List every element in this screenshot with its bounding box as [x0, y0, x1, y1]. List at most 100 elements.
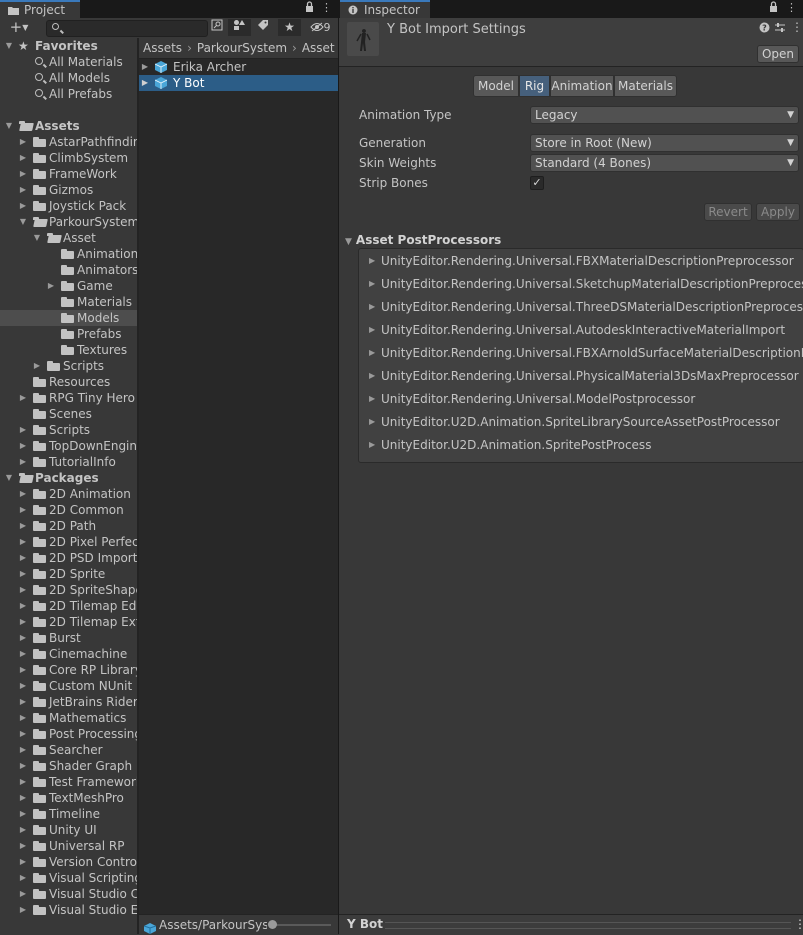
inspector-lock-icon[interactable] — [769, 1, 778, 15]
expand-arrow-right-icon[interactable]: ▶ — [32, 358, 42, 374]
tree-item[interactable]: ▶ Test Framework — [0, 774, 137, 790]
expand-arrow-right-icon[interactable]: ▶ — [18, 806, 28, 822]
expand-arrow-right-icon[interactable]: ▶ — [18, 822, 28, 838]
tree-item[interactable]: ▶ 2D Animation — [0, 486, 137, 502]
asset-item[interactable]: ▶ Erika Archer — [139, 59, 338, 75]
expand-arrow-right-icon[interactable]: ▶ — [140, 75, 150, 91]
animation-type-dropdown[interactable]: Legacy ▼ — [530, 106, 799, 124]
tree-item[interactable]: ▶ 2D Pixel Perfect — [0, 534, 137, 550]
tree-item[interactable]: ▶ RPG Tiny Hero D — [0, 390, 137, 406]
tree-item[interactable]: ▼ Packages — [0, 470, 137, 486]
tree-item[interactable]: ▶ ClimbSystem — [0, 150, 137, 166]
expand-arrow-down-icon[interactable]: ▼ — [4, 118, 14, 134]
postprocessor-item[interactable]: ▶ UnityEditor.U2D.Animation.SpriteLibrary… — [359, 413, 803, 431]
tree-item[interactable]: ▶ Timeline — [0, 806, 137, 822]
expand-arrow-right-icon[interactable]: ▶ — [18, 678, 28, 694]
postprocessor-item[interactable]: ▶ UnityEditor.Rendering.Universal.FBXArno… — [359, 344, 803, 362]
expand-arrow-right-icon[interactable]: ▶ — [18, 630, 28, 646]
tree-item[interactable]: ▶ 2D Tilemap Extras — [0, 614, 137, 630]
filter-by-type-icon[interactable] — [228, 19, 251, 36]
expand-arrow-right-icon[interactable]: ▶ — [46, 278, 56, 294]
expand-arrow-right-icon[interactable]: ▶ — [369, 275, 375, 293]
tree-item[interactable]: ▶ 2D PSD Importer — [0, 550, 137, 566]
tree-item[interactable]: Animations — [0, 246, 137, 262]
tree-item[interactable]: ▶ TopDownEngine — [0, 438, 137, 454]
expand-arrow-right-icon[interactable]: ▶ — [18, 454, 28, 470]
open-button[interactable]: Open — [757, 45, 799, 63]
expand-arrow-right-icon[interactable]: ▶ — [140, 59, 150, 75]
search-input[interactable] — [46, 20, 208, 37]
tab-materials[interactable]: Materials — [614, 75, 677, 97]
expand-arrow-right-icon[interactable]: ▶ — [18, 518, 28, 534]
tree-item[interactable]: ▼ Asset — [0, 230, 137, 246]
expand-arrow-right-icon[interactable]: ▶ — [18, 134, 28, 150]
tree-item[interactable]: ▶ Joystick Pack — [0, 198, 137, 214]
footer-menu-icon[interactable]: ⋮ — [794, 915, 803, 934]
tree-item[interactable]: ▶ Scripts — [0, 422, 137, 438]
expand-arrow-down-icon[interactable]: ▼ — [4, 38, 14, 54]
tab-rig[interactable]: Rig — [519, 75, 550, 97]
add-button[interactable]: +▼ — [4, 19, 34, 36]
filter-by-label-icon[interactable] — [251, 19, 274, 36]
expand-arrow-right-icon[interactable]: ▶ — [18, 534, 28, 550]
skin-weights-dropdown[interactable]: Standard (4 Bones) ▼ — [530, 154, 799, 172]
tree-item[interactable]: ▶ Mathematics — [0, 710, 137, 726]
postprocessor-item[interactable]: ▶ UnityEditor.U2D.Animation.SpritePostPro… — [359, 436, 803, 454]
expand-arrow-right-icon[interactable]: ▶ — [18, 758, 28, 774]
favorite-star-icon[interactable]: ★ — [278, 19, 301, 36]
expand-arrow-right-icon[interactable]: ▶ — [369, 321, 375, 339]
tree-item[interactable]: ▶ Custom NUnit — [0, 678, 137, 694]
tree-item[interactable]: Scenes — [0, 406, 137, 422]
asset-item[interactable]: ▶ Y Bot — [139, 75, 338, 91]
postprocessor-item[interactable]: ▶ UnityEditor.Rendering.Universal.ModelPo… — [359, 390, 803, 408]
kebab-menu-icon[interactable]: ⋮ — [321, 1, 332, 14]
postprocessor-item[interactable]: ▶ UnityEditor.Rendering.Universal.Autodes… — [359, 321, 803, 339]
tree-item[interactable]: ▶ Universal RP — [0, 838, 137, 854]
expand-arrow-right-icon[interactable]: ▶ — [18, 166, 28, 182]
resize-grip[interactable] — [385, 922, 791, 929]
expand-arrow-down-icon[interactable]: ▼ — [32, 230, 42, 246]
expand-arrow-right-icon[interactable]: ▶ — [18, 710, 28, 726]
tree-item[interactable]: ▶ Visual Studio Code — [0, 886, 137, 902]
expand-arrow-right-icon[interactable]: ▶ — [18, 390, 28, 406]
icon-size-slider[interactable] — [269, 924, 331, 926]
expand-arrow-right-icon[interactable]: ▶ — [18, 182, 28, 198]
expand-arrow-right-icon[interactable]: ▶ — [18, 566, 28, 582]
tree-item[interactable]: ▼ ★ Favorites — [0, 38, 137, 54]
expand-arrow-right-icon[interactable]: ▶ — [18, 854, 28, 870]
tab-model[interactable]: Model — [473, 75, 519, 97]
expand-arrow-right-icon[interactable]: ▶ — [369, 390, 375, 408]
tree-item[interactable]: All Models — [0, 70, 137, 86]
tree-item[interactable]: ▶ Cinemachine — [0, 646, 137, 662]
expand-arrow-right-icon[interactable]: ▶ — [18, 646, 28, 662]
search-by-type-icon[interactable] — [205, 19, 228, 36]
postprocessors-foldout[interactable]: ▼ Asset PostProcessors — [345, 232, 501, 248]
tab-animation[interactable]: Animation — [550, 75, 614, 97]
breadcrumb-item[interactable]: Asset — [302, 41, 335, 55]
expand-arrow-right-icon[interactable]: ▶ — [369, 413, 375, 431]
expand-arrow-right-icon[interactable]: ▶ — [369, 344, 375, 362]
tree-item[interactable]: ▶ 2D Common — [0, 502, 137, 518]
expand-arrow-down-icon[interactable]: ▼ — [4, 470, 14, 486]
tree-item[interactable]: All Prefabs — [0, 86, 137, 102]
preset-settings-icon[interactable] — [774, 22, 786, 36]
tree-item[interactable]: ▶ Visual Studio Edi — [0, 902, 137, 918]
tree-item[interactable]: All Materials — [0, 54, 137, 70]
inspector-context-menu-icon[interactable]: ⋮ — [791, 20, 803, 34]
expand-arrow-right-icon[interactable]: ▶ — [18, 438, 28, 454]
expand-arrow-right-icon[interactable]: ▶ — [18, 886, 28, 902]
tree-item[interactable]: ▶ 2D Tilemap Editor — [0, 598, 137, 614]
tree-item[interactable]: ▶ Shader Graph — [0, 758, 137, 774]
tree-item[interactable]: ▶ JetBrains Rider — [0, 694, 137, 710]
hidden-packages-toggle[interactable]: 9 — [305, 19, 335, 36]
expand-arrow-right-icon[interactable]: ▶ — [18, 902, 28, 918]
tree-item[interactable]: ▶ Scripts — [0, 358, 137, 374]
expand-arrow-right-icon[interactable]: ▶ — [18, 598, 28, 614]
expand-arrow-right-icon[interactable]: ▶ — [369, 367, 375, 385]
expand-arrow-right-icon[interactable]: ▶ — [369, 436, 375, 454]
tree-item[interactable]: ▼ Assets — [0, 118, 137, 134]
tree-item[interactable]: Textures — [0, 342, 137, 358]
expand-arrow-right-icon[interactable]: ▶ — [18, 838, 28, 854]
tree-item[interactable]: ▶ TutorialInfo — [0, 454, 137, 470]
tree-item[interactable]: ▶ Visual Scripting — [0, 870, 137, 886]
